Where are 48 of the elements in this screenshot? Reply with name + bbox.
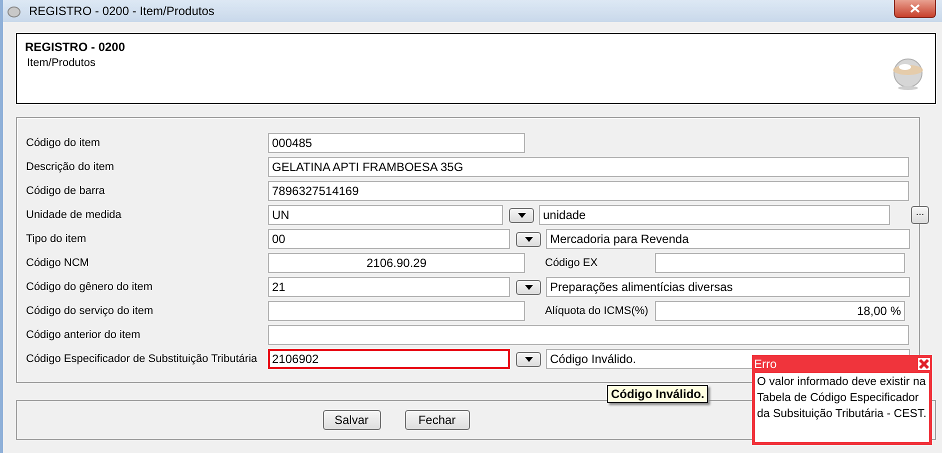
field-label: Código Especificador de Substituição Tributária bbox=[26, 353, 258, 365]
field-label: Código do gênero do item bbox=[26, 281, 154, 293]
description-field[interactable]: unidade bbox=[539, 205, 890, 225]
dropdown-button[interactable] bbox=[516, 352, 541, 366]
close-icon[interactable] bbox=[918, 358, 930, 370]
caret-icon bbox=[524, 356, 532, 362]
app-icon bbox=[7, 4, 21, 18]
field-label: Código EX bbox=[545, 257, 599, 269]
text-field[interactable]: 18,00 % bbox=[655, 301, 905, 321]
text-field[interactable]: 00 bbox=[268, 229, 510, 249]
text-field[interactable] bbox=[268, 301, 525, 321]
browse-button[interactable]: ... bbox=[911, 206, 929, 224]
text-field[interactable] bbox=[268, 325, 909, 345]
description-field[interactable]: Mercadoria para Revenda bbox=[546, 229, 910, 249]
error-message: O valor informado deve existir na Tabela de Código Especificador da Subsituição Tributária - CEST. bbox=[756, 375, 928, 422]
tooltip: Código Inválido. bbox=[607, 385, 708, 403]
field-label: Código do serviço do item bbox=[26, 305, 154, 317]
field-label: Código do item bbox=[26, 137, 101, 149]
popup-title: Erro bbox=[754, 357, 777, 371]
dropdown-button[interactable] bbox=[509, 208, 534, 222]
header-subtitle: Item/Produtos bbox=[27, 57, 96, 69]
text-field[interactable]: 7896327514169 bbox=[268, 181, 909, 201]
dialog-button[interactable]: Fechar bbox=[404, 410, 470, 430]
caret-icon bbox=[518, 212, 526, 218]
text-field[interactable]: 2106902 bbox=[268, 349, 510, 369]
text-field[interactable]: GELATINA APTI FRAMBOESA 35G bbox=[268, 157, 909, 177]
field-label: Descrição do item bbox=[26, 161, 116, 173]
dropdown-button[interactable] bbox=[516, 280, 541, 294]
window-title: REGISTRO - 0200 - Item/Produtos bbox=[29, 4, 214, 18]
field-label: Alíquota do ICMS(%) bbox=[545, 305, 650, 317]
text-field[interactable] bbox=[655, 253, 905, 273]
field-label: Código de barra bbox=[26, 185, 106, 197]
close-icon bbox=[910, 4, 920, 13]
field-label: Código NCM bbox=[26, 257, 90, 269]
text-field[interactable]: UN bbox=[268, 205, 503, 225]
field-label: Tipo do item bbox=[26, 233, 88, 245]
text-field[interactable]: 000485 bbox=[268, 133, 525, 153]
close-button[interactable] bbox=[894, 0, 936, 18]
field-label: Código anterior do item bbox=[26, 329, 142, 341]
dropdown-button[interactable] bbox=[516, 232, 541, 246]
caret-icon bbox=[524, 284, 532, 290]
text-field[interactable]: 21 bbox=[268, 277, 510, 297]
description-field[interactable]: Preparações alimentícias diversas bbox=[546, 277, 910, 297]
text-field[interactable]: 2106.90.29 bbox=[268, 253, 525, 273]
header-title: REGISTRO - 0200 bbox=[25, 40, 126, 54]
caret-icon bbox=[524, 236, 532, 242]
field-label: Unidade de medida bbox=[26, 209, 122, 221]
dialog-button[interactable]: Salvar bbox=[322, 410, 380, 430]
